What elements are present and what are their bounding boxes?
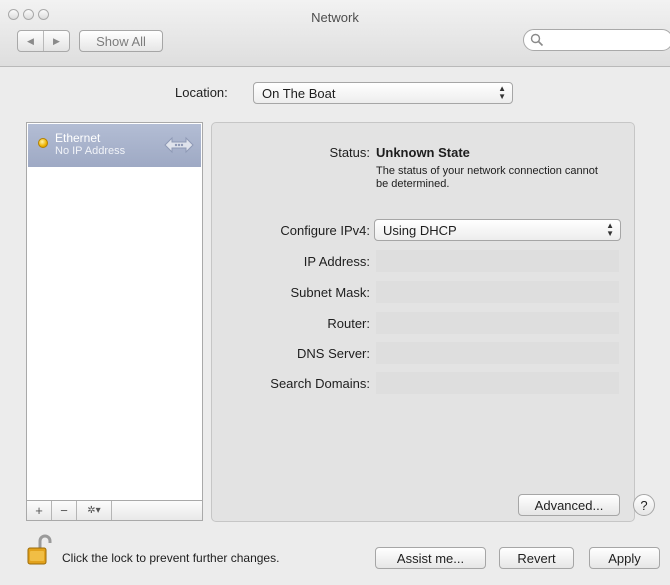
add-service-button[interactable]: + xyxy=(27,501,52,520)
subnet-mask-label: Subnet Mask: xyxy=(290,285,371,300)
ip-address-label: IP Address: xyxy=(303,254,370,269)
show-all-button[interactable]: Show All xyxy=(79,30,163,52)
search-field[interactable] xyxy=(523,29,670,51)
router-label: Router: xyxy=(327,316,370,331)
search-icon xyxy=(530,33,544,47)
configure-ipv4-label: Configure IPv4: xyxy=(280,223,370,238)
apply-button[interactable]: Apply xyxy=(589,547,660,569)
forward-button[interactable]: ▶ xyxy=(44,31,69,51)
dns-server-label: DNS Server: xyxy=(297,346,370,361)
revert-button[interactable]: Revert xyxy=(499,547,574,569)
ip-address-value xyxy=(376,250,619,272)
lock-icon[interactable] xyxy=(26,534,52,566)
advanced-button[interactable]: Advanced... xyxy=(518,494,620,516)
remove-service-button[interactable]: − xyxy=(52,501,77,520)
back-button[interactable]: ◀ xyxy=(18,31,44,51)
ethernet-arrows-icon xyxy=(164,136,194,154)
status-value: Unknown State xyxy=(376,145,470,160)
popup-arrows-icon: ▲ ▼ xyxy=(606,221,614,238)
search-domains-label: Search Domains: xyxy=(270,376,370,391)
router-value xyxy=(376,312,619,334)
location-value: On The Boat xyxy=(262,85,336,101)
dns-server-value xyxy=(376,342,619,364)
gear-menu-button[interactable]: ✲▾ xyxy=(77,501,112,520)
service-list: Ethernet No IP Address xyxy=(26,122,203,520)
location-label: Location: xyxy=(175,85,228,100)
window-title: Network xyxy=(311,10,359,25)
assist-me-button[interactable]: Assist me... xyxy=(375,547,486,569)
back-forward-control: ◀ ▶ xyxy=(17,30,70,52)
location-popup[interactable]: On The Boat ▲ ▼ xyxy=(253,82,513,104)
service-status: No IP Address xyxy=(55,145,126,157)
status-dot-icon xyxy=(38,138,48,148)
service-item-ethernet[interactable]: Ethernet No IP Address xyxy=(28,124,201,167)
search-domains-value xyxy=(376,372,619,394)
configure-ipv4-popup[interactable]: Using DHCP ▲ ▼ xyxy=(374,219,621,241)
help-button[interactable]: ? xyxy=(633,494,655,516)
subnet-mask-value xyxy=(376,281,619,303)
lock-message: Click the lock to prevent further change… xyxy=(62,551,280,565)
service-list-toolbar: + − ✲▾ xyxy=(26,500,203,521)
service-name: Ethernet xyxy=(55,131,101,145)
popup-arrows-icon: ▲ ▼ xyxy=(498,84,506,101)
status-description: The status of your network connection ca… xyxy=(376,165,598,190)
status-label: Status: xyxy=(329,145,370,160)
configure-ipv4-value: Using DHCP xyxy=(383,222,457,238)
